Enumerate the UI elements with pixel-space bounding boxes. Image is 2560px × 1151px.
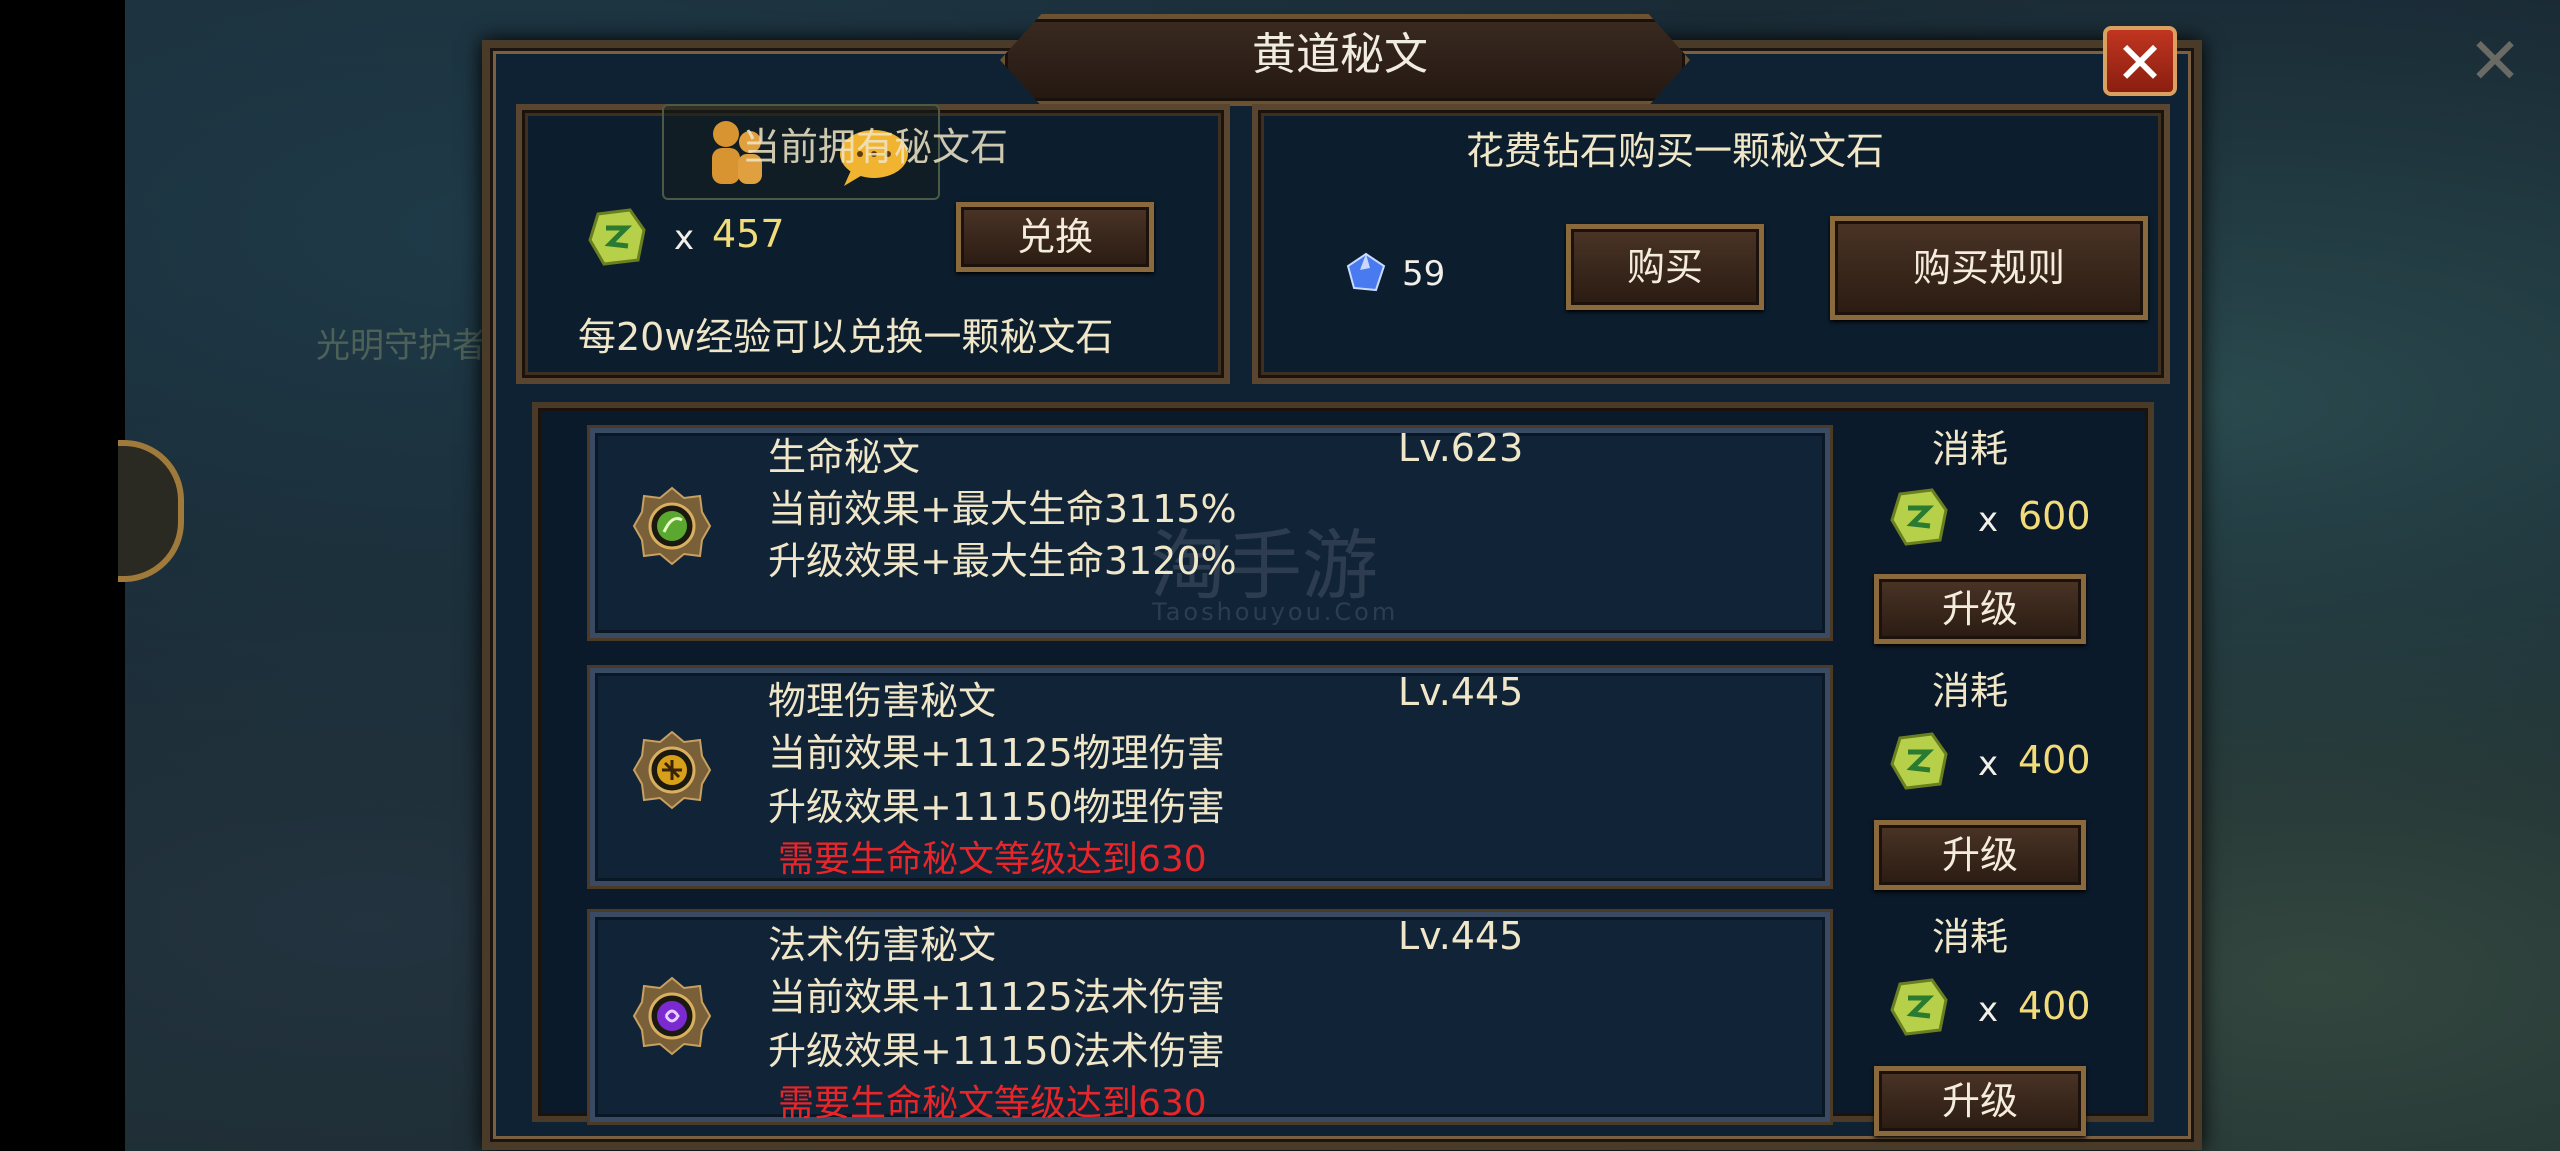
- rune-level: Lv.445: [1398, 914, 1524, 958]
- diamond-icon: [1346, 252, 1386, 292]
- stones-label: 当前拥有秘文石: [742, 125, 1009, 169]
- rune-requirement: 需要生命秘文等级达到630: [778, 1083, 1207, 1124]
- stones-count: 457: [712, 212, 785, 256]
- rune-stone-icon: [1890, 732, 1948, 790]
- rune-current-effect: 当前效果+11125物理伤害: [768, 731, 1225, 775]
- exchange-hint: 每20w经验可以兑换一颗秘文石: [578, 315, 1114, 359]
- upgrade-button[interactable]: 升级: [1874, 1066, 2086, 1136]
- rune-upgrade-effect: 升级效果+11150物理伤害: [768, 785, 1225, 829]
- game-screen: ✕ 光明守护者 黄道秘文 ✕ 当前拥有秘文石 x 457 兑换 每20w经验可以…: [0, 0, 2560, 1151]
- rune-level: Lv.445: [1398, 670, 1524, 714]
- buy-button[interactable]: 购买: [1566, 224, 1764, 310]
- diamond-count: 59: [1402, 254, 1446, 294]
- upgrade-button[interactable]: 升级: [1874, 820, 2086, 890]
- cost-label: 消耗: [1932, 427, 2009, 471]
- stones-count-prefix: x: [674, 218, 695, 258]
- cost-prefix: x: [1978, 744, 1999, 784]
- purchase-rules-button[interactable]: 购买规则: [1830, 216, 2148, 320]
- rune-stone-icon: [1890, 978, 1948, 1036]
- rune-stone-icon: [1890, 488, 1948, 546]
- background-close-icon: ✕: [2468, 25, 2522, 99]
- background-side-text: 光明守护者: [316, 326, 486, 366]
- cost-amount: 600: [2018, 494, 2091, 538]
- life-rune-icon: [632, 486, 712, 566]
- rune-name: 生命秘文: [768, 435, 921, 479]
- rune-upgrade-effect: 升级效果+11150法术伤害: [768, 1029, 1225, 1073]
- rune-stone-icon: [588, 208, 646, 266]
- cost-label: 消耗: [1932, 915, 2009, 959]
- rune-name: 物理伤害秘文: [768, 679, 997, 723]
- magic-rune-icon: [632, 976, 712, 1056]
- rune-name: 法术伤害秘文: [768, 923, 997, 967]
- physical-rune-icon: [632, 730, 712, 810]
- rune-current-effect: 当前效果+11125法术伤害: [768, 975, 1225, 1019]
- rune-level: Lv.623: [1398, 426, 1524, 470]
- upgrade-button[interactable]: 升级: [1874, 574, 2086, 644]
- cost-prefix: x: [1978, 990, 1999, 1030]
- cost-amount: 400: [2018, 738, 2091, 782]
- cost-amount: 400: [2018, 984, 2091, 1028]
- cost-prefix: x: [1978, 500, 1999, 540]
- exchange-button[interactable]: 兑换: [956, 202, 1154, 272]
- rune-requirement: 需要生命秘文等级达到630: [778, 839, 1207, 880]
- cost-label: 消耗: [1932, 669, 2009, 713]
- close-button[interactable]: ✕: [2103, 26, 2177, 96]
- window-title: 黄道秘文: [1252, 29, 1428, 80]
- purchase-label: 花费钻石购买一颗秘文石: [1466, 129, 1885, 173]
- watermark-url: Taoshouyou.Com: [1152, 598, 1399, 626]
